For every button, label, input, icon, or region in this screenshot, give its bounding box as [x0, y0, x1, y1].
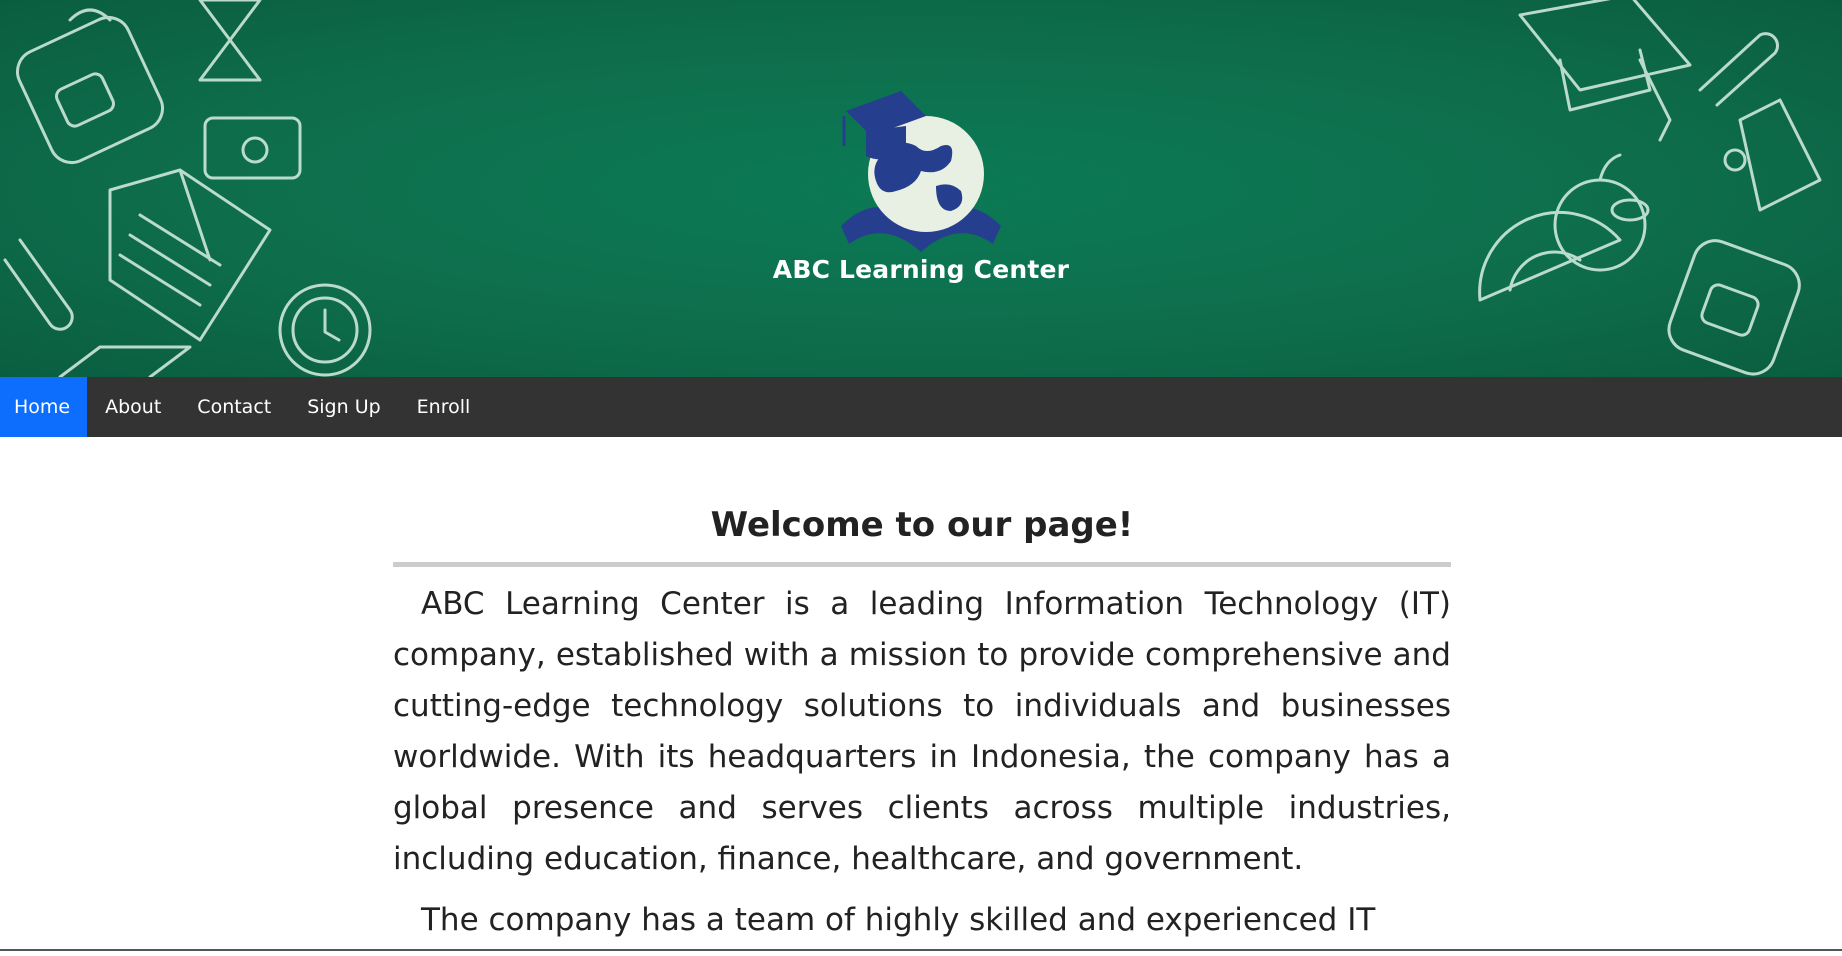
nav-about[interactable]: About [87, 377, 179, 437]
flask-doodle-icon [1723, 98, 1822, 212]
team-paragraph: The company has a team of highly skilled… [421, 902, 1376, 938]
nav-home[interactable]: Home [0, 377, 88, 437]
intro-paragraph: ABC Learning Center is a leading Informa… [393, 586, 1451, 877]
graduation-globe-book-icon [841, 91, 1001, 252]
sharpener-doodle-icon [203, 116, 302, 180]
main-content: Welcome to our page! ABC Learning Center… [393, 500, 1451, 956]
graduation-cap-doodle-icon [1518, 0, 1692, 142]
nav-contact[interactable]: Contact [179, 377, 289, 437]
paperclip-doodle-icon [3, 238, 74, 331]
header-banner: ABC Learning Center [0, 0, 1842, 377]
page-title: Welcome to our page! [710, 505, 1134, 545]
main-navbar: Home About Contact Sign Up Enroll [0, 377, 1842, 437]
backpack-doodle-icon [16, 8, 164, 164]
title-divider [393, 562, 1451, 567]
site-title: ABC Learning Center [772, 255, 1070, 284]
nav-sign-up[interactable]: Sign Up [289, 377, 398, 437]
nav-enroll[interactable]: Enroll [399, 377, 489, 437]
hourglass-doodle-icon [198, 0, 262, 82]
alarm-clock-doodle-icon [278, 283, 372, 377]
